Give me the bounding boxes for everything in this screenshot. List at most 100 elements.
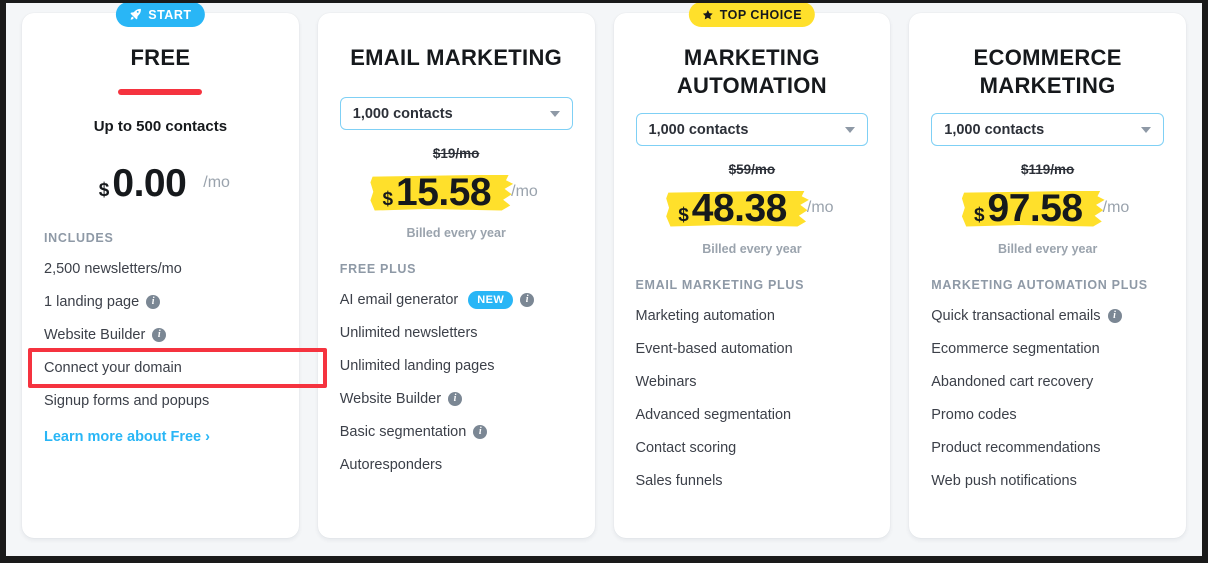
billing-note: Billed every year [702, 242, 802, 256]
feature-label: Webinars [635, 373, 697, 390]
feature-label: Product recommendations [931, 439, 1101, 456]
pricing-card: EMAIL MARKETING 1,000 contacts $19/mo $15.5… [317, 13, 595, 538]
contacts-select[interactable]: 1,000 contacts [635, 113, 869, 146]
plan-title: ECOMMERCE MARKETING [973, 45, 1122, 98]
features-heading: FREE PLUS [339, 262, 417, 276]
feature-label: Abandoned cart recovery [931, 373, 1094, 390]
info-icon[interactable]: i [448, 392, 463, 406]
features-list: MARKETING AUTOMATION PLUS Quick transacti… [931, 278, 1164, 491]
price-currency: $ [973, 204, 985, 226]
price-row: $15.58/mo [340, 166, 573, 218]
info-icon[interactable]: i [146, 295, 161, 309]
chevron-down-icon [1141, 126, 1151, 133]
star-icon [702, 9, 714, 21]
feature-label: Sales funnels [635, 472, 723, 489]
price-amount: 0.00 [112, 161, 187, 205]
plan-title: EMAIL MARKETING [350, 45, 563, 70]
new-badge: NEW [468, 291, 514, 309]
feature-label: Website Builder [44, 326, 146, 343]
feature-label: Connect your domain [44, 359, 182, 376]
contacts-select-value: 1,000 contacts [944, 121, 1045, 138]
pricing-cards-row: START FREE Up to 500 contacts $0.00/mo INCLU… [6, 3, 1202, 556]
info-icon[interactable]: i [1107, 309, 1122, 323]
features-heading: EMAIL MARKETING PLUS [635, 278, 805, 292]
feature-label: 2,500 newsletters/mo [44, 260, 182, 277]
feature-label: Unlimited landing pages [339, 357, 495, 374]
feature-item: Unlimited landing pages [340, 356, 573, 376]
feature-item: Product recommendations [931, 438, 1164, 458]
feature-item: Advanced segmentation [636, 405, 869, 425]
feature-item: Quick transactional emails i [931, 306, 1164, 326]
feature-item: Ecommerce segmentation [931, 339, 1164, 359]
feature-item: Signup forms and popups [44, 391, 277, 411]
feature-item: 2,500 newsletters/mo [44, 259, 277, 279]
plan-badge: START [116, 3, 205, 27]
contacts-amount: Up to 500 contacts [93, 118, 228, 135]
feature-item: AI email generator NEW i [340, 290, 573, 310]
feature-label: 1 landing page [44, 293, 140, 310]
feature-label: Marketing automation [635, 307, 775, 324]
feature-item: Promo codes [931, 405, 1164, 425]
price-row: $0.00/mo [44, 157, 277, 209]
contacts-select-value: 1,000 contacts [352, 105, 453, 122]
price-row: $97.58/mo [931, 182, 1164, 234]
info-icon[interactable]: i [152, 328, 167, 342]
price-amount: 15.58 [396, 170, 492, 214]
feature-item: Contact scoring [636, 438, 869, 458]
feature-label: Unlimited newsletters [339, 324, 478, 341]
price-currency: $ [98, 179, 110, 201]
learn-more-link[interactable]: Learn more about Free › [44, 429, 210, 445]
price-period: /mo [203, 174, 230, 191]
feature-label: Web push notifications [931, 472, 1077, 489]
feature-item: Connect your domain [44, 358, 277, 378]
feature-label: Promo codes [931, 406, 1017, 423]
billing-note: Billed every year [406, 226, 506, 240]
old-price: $59/mo [728, 162, 776, 177]
info-icon[interactable]: i [473, 425, 488, 439]
price-amount: 97.58 [987, 186, 1084, 230]
price-currency: $ [678, 204, 689, 226]
feature-label: Ecommerce segmentation [931, 340, 1100, 357]
feature-item: Unlimited newsletters [340, 323, 573, 343]
feature-item: Autoresponders [340, 455, 573, 475]
feature-item: Event-based automation [636, 339, 869, 359]
feature-item: Marketing automation [636, 306, 869, 326]
old-price: $19/mo [432, 146, 480, 161]
chevron-down-icon [549, 110, 560, 117]
feature-label: Quick transactional emails [931, 307, 1101, 324]
features-list: FREE PLUS AI email generator NEW i Unlimited… [340, 262, 573, 475]
feature-label: Autoresponders [339, 456, 443, 473]
features-heading: INCLUDES [44, 231, 114, 245]
price-row: $48.38/mo [636, 182, 869, 234]
feature-label: Advanced segmentation [635, 406, 792, 423]
feature-label: Basic segmentation [339, 423, 467, 440]
price-amount: 48.38 [691, 186, 788, 230]
feature-item: Abandoned cart recovery [931, 372, 1164, 392]
old-price: $119/mo [1020, 162, 1075, 177]
price-period: /mo [1102, 199, 1130, 216]
plan-badge: TOP CHOICE [688, 3, 816, 27]
title-underline [118, 89, 203, 95]
info-icon[interactable]: i [520, 293, 535, 307]
feature-item: Sales funnels [636, 471, 869, 491]
price-period: /mo [806, 199, 834, 216]
contacts-select[interactable]: 1,000 contacts [339, 97, 573, 130]
feature-item: Website Builder i [44, 325, 277, 345]
pricing-card: ECOMMERCE MARKETING 1,000 contacts $119/mo… [909, 13, 1186, 538]
price-main: $15.58 [370, 170, 514, 214]
price-period: /mo [511, 183, 538, 200]
feature-label: Signup forms and popups [44, 392, 210, 409]
contacts-select-value: 1,000 contacts [648, 121, 749, 138]
contacts-select[interactable]: 1,000 contacts [931, 113, 1164, 146]
price-main: $48.38 [666, 186, 809, 230]
features-heading: MARKETING AUTOMATION PLUS [931, 278, 1148, 292]
feature-label: Contact scoring [635, 439, 737, 456]
feature-item: Basic segmentation i [340, 422, 573, 442]
price-main: $0.00 [91, 164, 196, 203]
feature-item: Website Builder i [340, 389, 573, 409]
price-main: $97.58 [961, 186, 1105, 230]
plan-badge-label: START [148, 7, 192, 22]
feature-item: Webinars [636, 372, 869, 392]
price-currency: $ [382, 188, 394, 210]
feature-label: Event-based automation [635, 340, 793, 357]
